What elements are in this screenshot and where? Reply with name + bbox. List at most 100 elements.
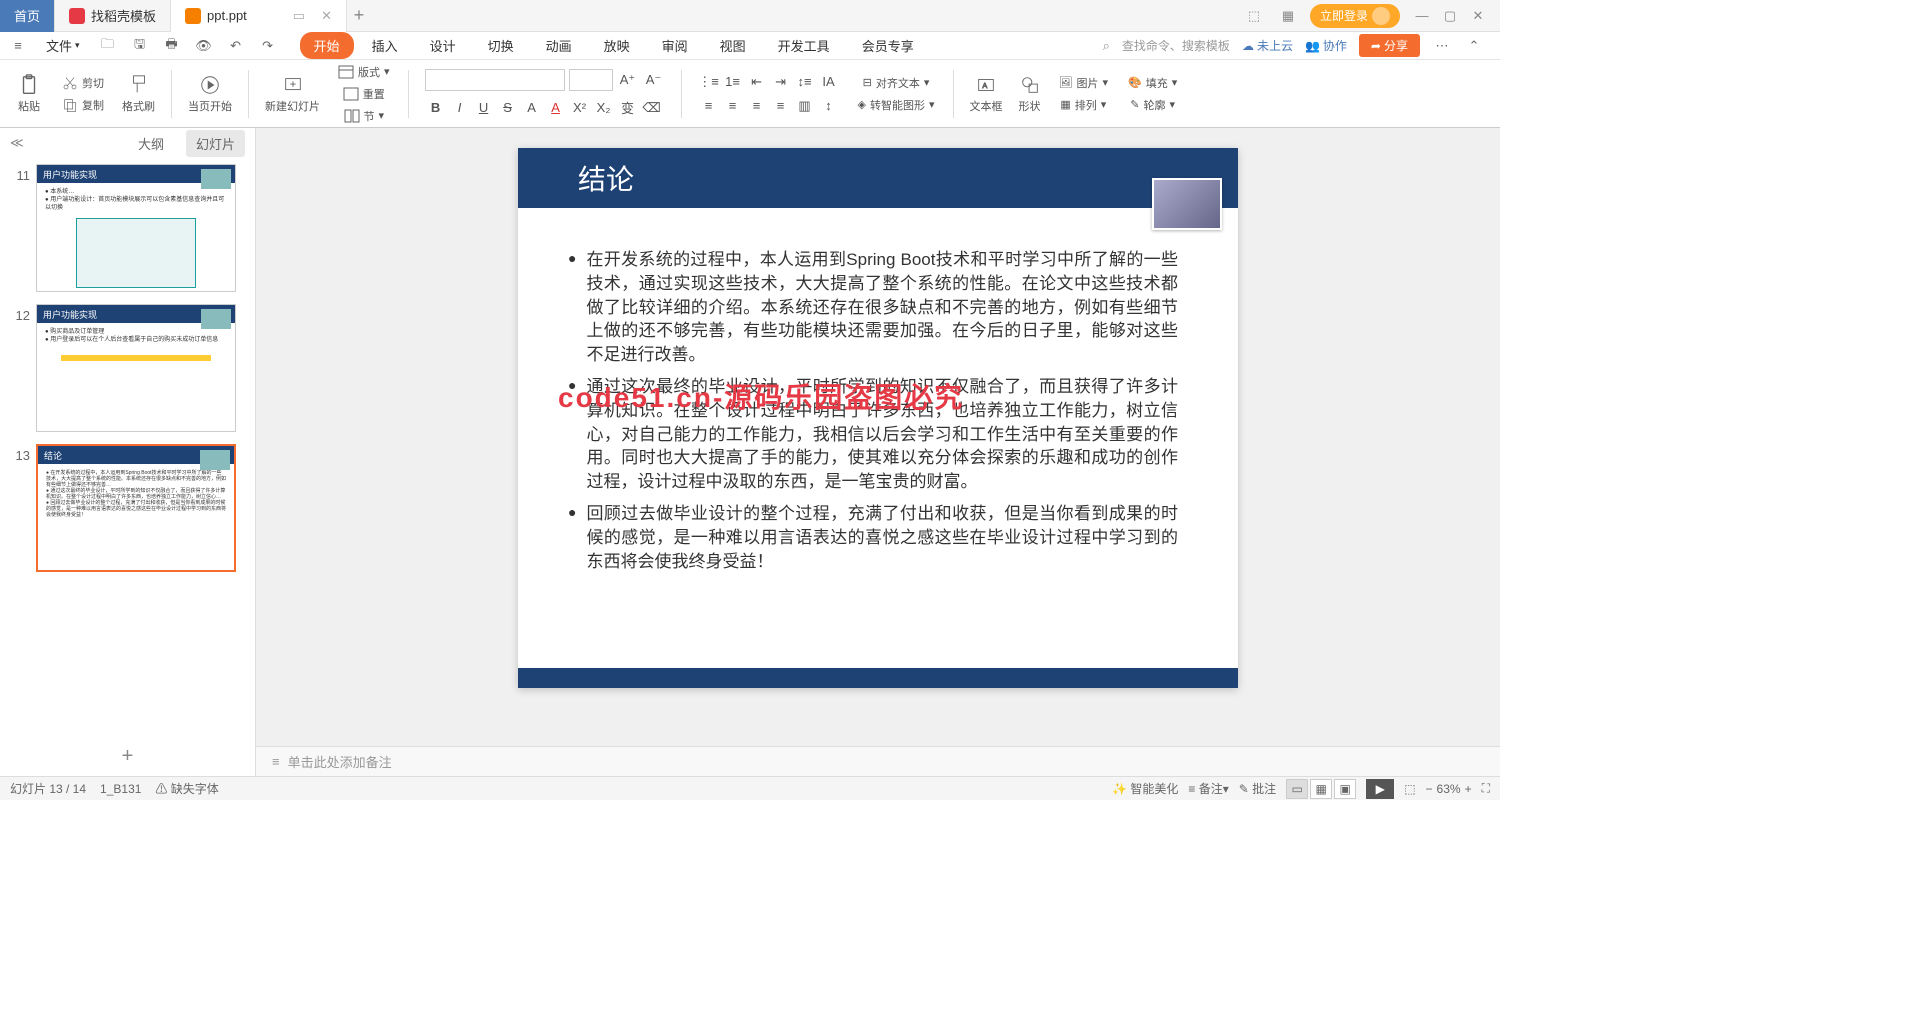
add-slide-button[interactable]: + (0, 737, 255, 776)
slide-body[interactable]: 在开发系统的过程中，本人运用到Spring Boot技术和平时学习中所了解的一些… (518, 208, 1238, 601)
fit-button[interactable]: ⛶ (1482, 781, 1490, 796)
bullets-button[interactable]: ⋮≡ (698, 71, 720, 93)
notes-pane[interactable]: ≡单击此处添加备注 (256, 746, 1500, 776)
outline-button[interactable]: ✎ 轮廓▾ (1128, 95, 1177, 115)
slides-tab[interactable]: 幻灯片 (186, 130, 245, 157)
slide-title[interactable]: 结论 (578, 158, 634, 198)
outline-tab[interactable]: 大纲 (128, 130, 174, 157)
collapse-panel-icon[interactable]: ≪ (10, 135, 24, 151)
section-button[interactable]: 节▾ (342, 106, 387, 126)
slideshow-button[interactable]: ▶ (1366, 779, 1394, 799)
fill-button[interactable]: 🎨 填充▾ (1126, 73, 1179, 93)
strike-button[interactable]: S (497, 97, 519, 119)
tab-templates[interactable]: 找稻壳模板 (55, 0, 171, 32)
increase-font-icon[interactable]: A⁺ (617, 69, 639, 91)
zoom-in-button[interactable]: + (1465, 782, 1472, 796)
thumbnail-row[interactable]: 13 结论 ● 在开发系统的过程中，本人运用到Spring Boot技术和平时学… (10, 444, 245, 572)
align-justify-button[interactable]: ≡ (770, 95, 792, 117)
underline-button[interactable]: U (473, 97, 495, 119)
tab-home[interactable]: 首页 (0, 0, 55, 32)
display-settings-button[interactable]: ⬚ (1404, 782, 1415, 796)
minimize-button[interactable]: — (1410, 4, 1434, 28)
tab-close-icon[interactable]: ✕ (321, 8, 332, 24)
tab-start[interactable]: 开始 (300, 32, 354, 59)
arrange-button[interactable]: ▦ 排列▾ (1058, 95, 1108, 115)
thumbnail-row[interactable]: 11 用户功能实现 ● 本系统…● 用户端功能设计：首页功能模块展示可以包含素基… (10, 164, 245, 292)
print-icon[interactable]: 🖶 (162, 36, 182, 56)
thumbnail[interactable]: 结论 ● 在开发系统的过程中，本人运用到Spring Boot技术和平时学习中所… (36, 444, 236, 572)
collapse-ribbon-icon[interactable]: ⌃ (1464, 36, 1484, 56)
italic-button[interactable]: I (449, 97, 471, 119)
thumbnail[interactable]: 用户功能实现 ● 本系统…● 用户端功能设计：首页功能模块展示可以包含素基信息查… (36, 164, 236, 292)
align-left-button[interactable]: ≡ (698, 95, 720, 117)
maximize-button[interactable]: ▢ (1438, 4, 1462, 28)
paste-button[interactable]: 粘贴 (14, 72, 44, 116)
search-icon[interactable]: ⌕ (1103, 38, 1110, 54)
new-slide-button[interactable]: 新建幻灯片 (261, 72, 324, 116)
share-button[interactable]: ➦ 分享 (1359, 34, 1420, 57)
highlight-button[interactable]: A (521, 97, 543, 119)
sorter-view-button[interactable]: ▦ (1310, 779, 1332, 799)
reading-view-button[interactable]: ▣ (1334, 779, 1356, 799)
tab-insert[interactable]: 插入 (358, 32, 412, 59)
save-icon[interactable]: 🖫 (130, 36, 150, 56)
apps-icon[interactable]: ▦ (1276, 4, 1300, 28)
from-current-button[interactable]: 当页开始 (184, 72, 236, 116)
layout-button[interactable]: 版式▾ (336, 62, 392, 82)
tab-design[interactable]: 设计 (416, 32, 470, 59)
decrease-font-icon[interactable]: A⁻ (643, 69, 665, 91)
cloud-status[interactable]: ☁ 未上云 (1242, 37, 1293, 54)
thumbnail-row[interactable]: 12 用户功能实现 ● 购买商品及订单管理● 用户登录后可以在个人后台查看属于自… (10, 304, 245, 432)
tab-vip[interactable]: 会员专享 (848, 32, 928, 59)
tab-slideshow[interactable]: 放映 (590, 32, 644, 59)
smartart-button[interactable]: ◈ 转智能图形▾ (856, 95, 937, 115)
indent-inc-button[interactable]: ⇥ (770, 71, 792, 93)
bold-button[interactable]: B (425, 97, 447, 119)
reset-button[interactable]: 重置 (341, 84, 387, 104)
align-text-button[interactable]: ⊟ 对齐文本▾ (861, 73, 932, 93)
font-size-input[interactable] (569, 69, 613, 91)
open-icon[interactable]: 🗀 (98, 36, 118, 56)
tab-review[interactable]: 审阅 (648, 32, 702, 59)
columns-button[interactable]: ▥ (794, 95, 816, 117)
tab-dev[interactable]: 开发工具 (764, 32, 844, 59)
change-case-button[interactable]: 变 (617, 97, 639, 119)
normal-view-button[interactable]: ▭ (1286, 779, 1308, 799)
beautify-button[interactable]: ✨ 智能美化 (1112, 780, 1178, 797)
tab-document[interactable]: ppt.ppt ▭ ✕ (171, 0, 347, 32)
missing-font-warning[interactable]: ⚠ 缺失字体 (155, 780, 218, 797)
subscript-button[interactable]: X₂ (593, 97, 615, 119)
undo-icon[interactable]: ↶ (226, 36, 246, 56)
more-icon[interactable]: ⋯ (1432, 36, 1452, 56)
format-painter-button[interactable]: 格式刷 (118, 72, 159, 116)
copy-button[interactable]: 复制 (60, 95, 106, 115)
cut-button[interactable]: 剪切 (60, 73, 106, 93)
text-direction-button[interactable]: IA (818, 71, 840, 93)
thumbnail[interactable]: 用户功能实现 ● 购买商品及订单管理● 用户登录后可以在个人后台查看属于自己的购… (36, 304, 236, 432)
tab-view[interactable]: 视图 (706, 32, 760, 59)
clear-format-button[interactable]: ⌫ (641, 97, 663, 119)
search-hint[interactable]: 查找命令、搜索模板 (1122, 37, 1230, 54)
collab-button[interactable]: 👥 协作 (1305, 37, 1347, 54)
hamburger-icon[interactable]: ≡ (8, 36, 28, 56)
print-preview-icon[interactable]: 👁 (194, 36, 214, 56)
zoom-level[interactable]: 63% (1437, 782, 1461, 796)
indent-dec-button[interactable]: ⇤ (746, 71, 768, 93)
superscript-button[interactable]: X² (569, 97, 591, 119)
numbering-button[interactable]: 1≡ (722, 71, 744, 93)
tab-present-icon[interactable]: ▭ (293, 8, 305, 24)
file-menu[interactable]: 文件▾ (40, 36, 86, 55)
login-button[interactable]: 立即登录 (1310, 4, 1400, 28)
notes-toggle[interactable]: ≡ 备注▾ (1188, 780, 1228, 797)
layout-icon[interactable]: ⬚ (1242, 4, 1266, 28)
font-family-input[interactable] (425, 69, 565, 91)
close-button[interactable]: ✕ (1466, 4, 1490, 28)
picture-button[interactable]: 🖼 图片▾ (1057, 73, 1111, 93)
new-tab-button[interactable]: + (347, 4, 371, 28)
textbox-button[interactable]: A文本框 (966, 72, 1007, 116)
tab-animation[interactable]: 动画 (532, 32, 586, 59)
line-spacing-button[interactable]: ↕≡ (794, 71, 816, 93)
zoom-out-button[interactable]: − (1426, 782, 1433, 796)
align-center-button[interactable]: ≡ (722, 95, 744, 117)
font-color-button[interactable]: A (545, 97, 567, 119)
